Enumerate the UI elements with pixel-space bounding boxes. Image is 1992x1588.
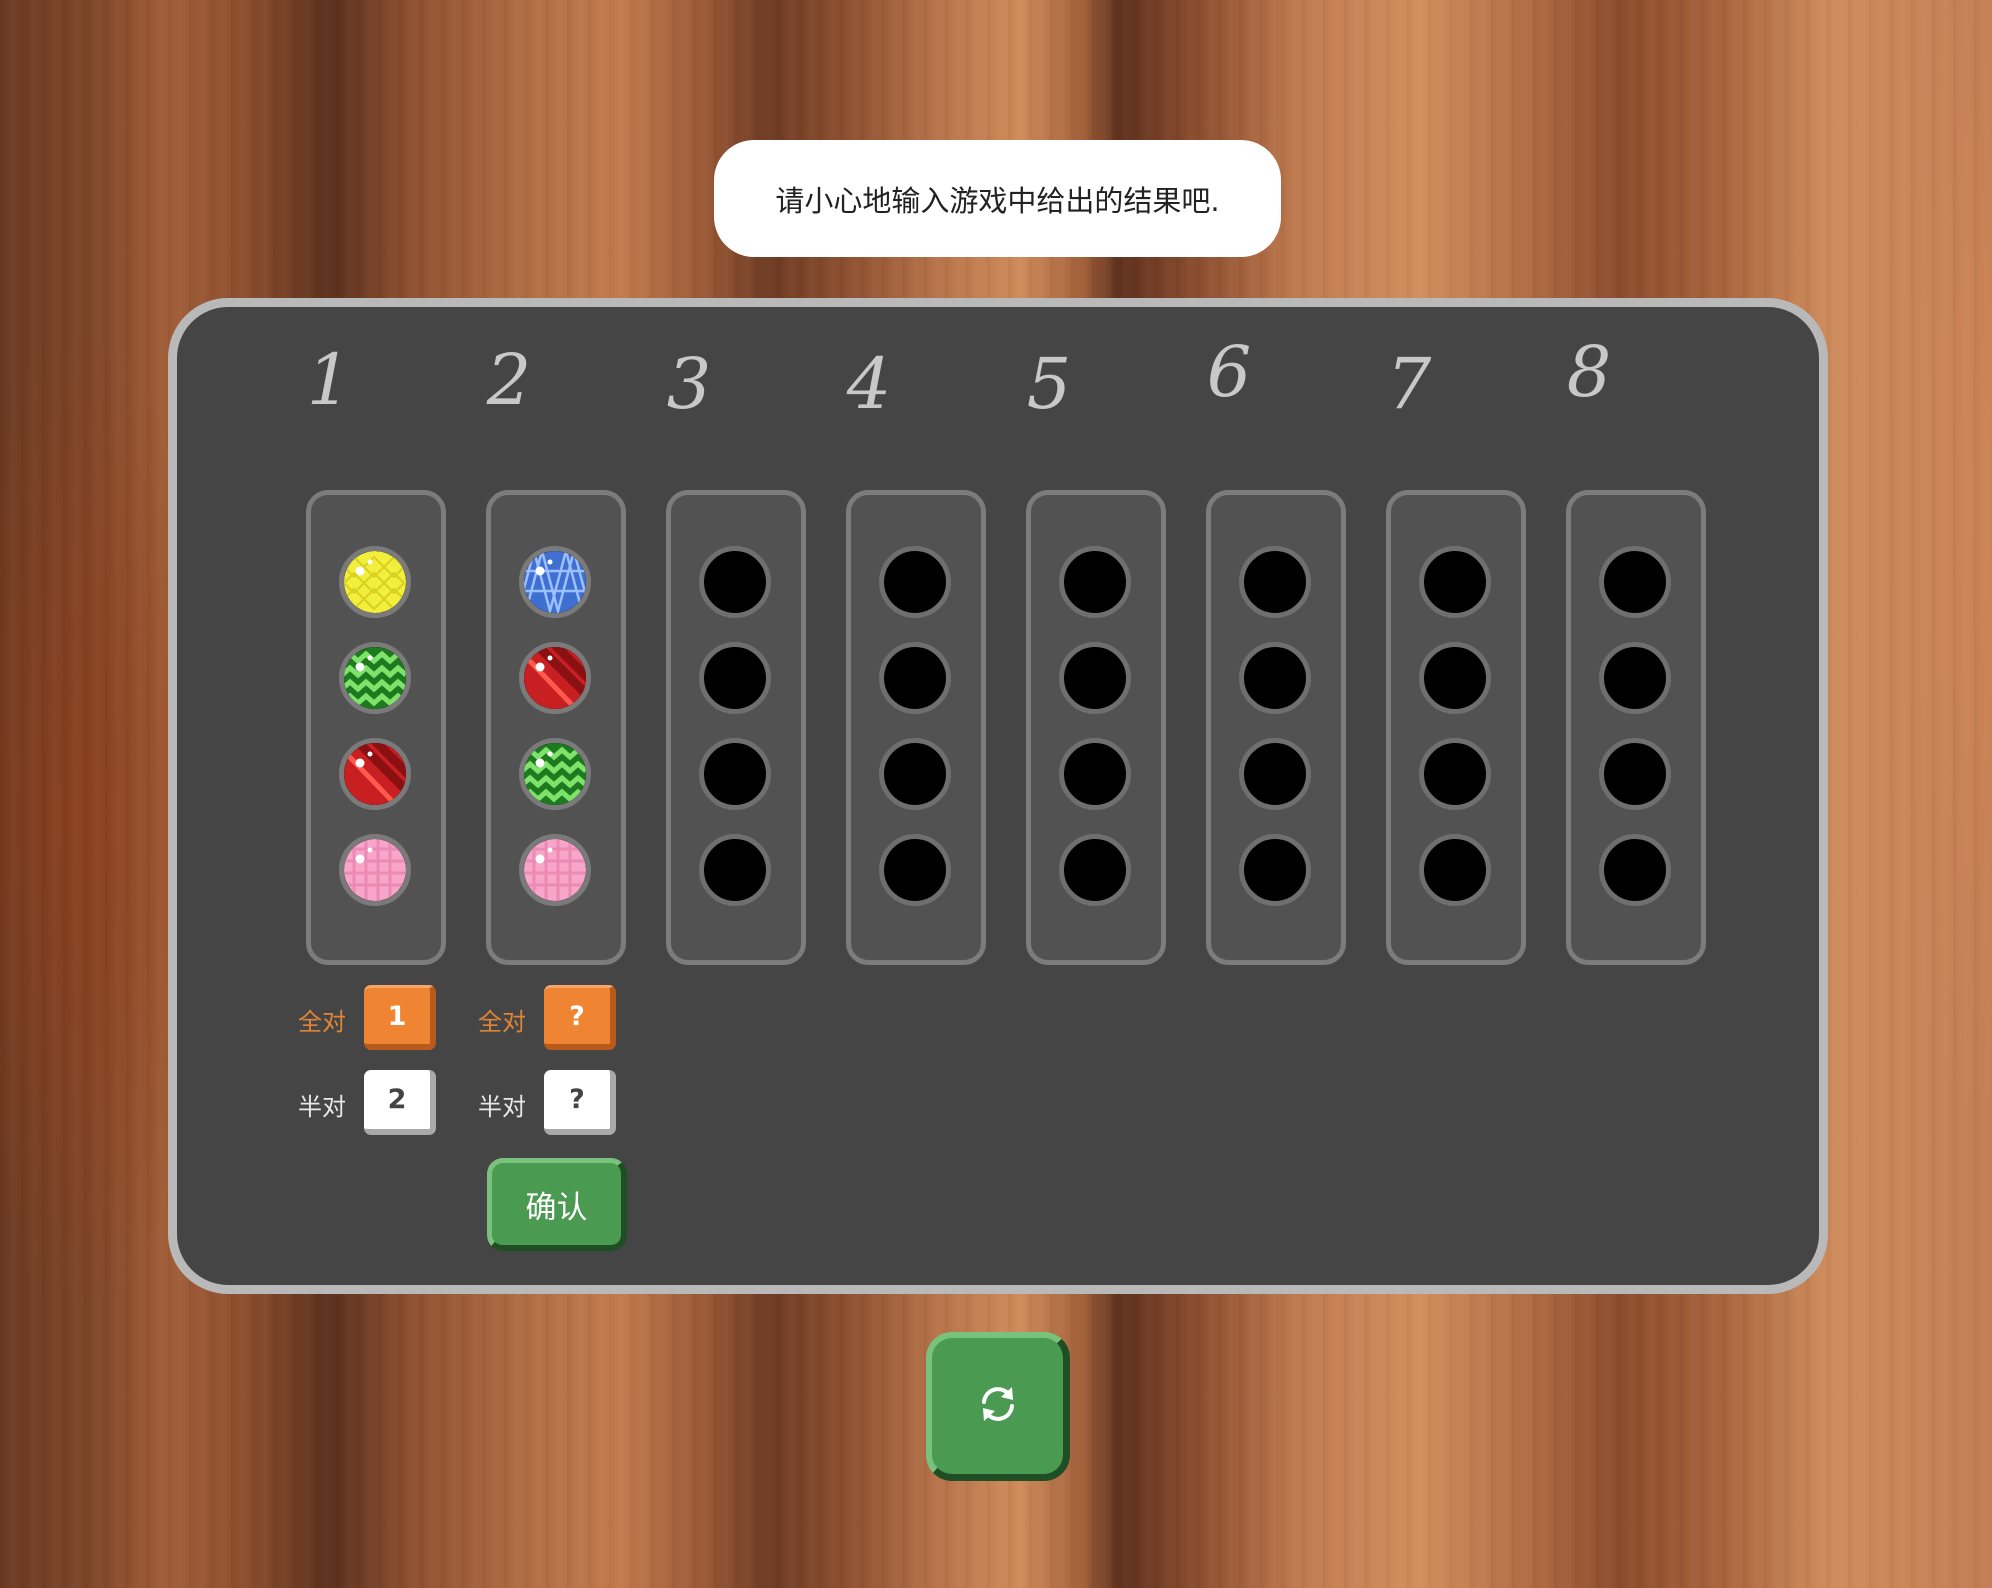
confirm-label: 确认 [525, 1189, 588, 1226]
empty-peg-slot[interactable] [699, 834, 771, 906]
empty-peg-slot[interactable] [1239, 834, 1311, 906]
empty-peg-slot[interactable] [1239, 738, 1311, 810]
exact-label: 全对 [478, 1008, 526, 1036]
peg-blue-triangle [519, 546, 591, 618]
guess-column-4 [846, 490, 986, 965]
column-number-1: 1 [306, 339, 352, 421]
column-number-8: 8 [1566, 331, 1612, 413]
column-number-3: 3 [666, 343, 712, 425]
empty-peg-slot[interactable] [699, 546, 771, 618]
guess-column-3 [666, 490, 806, 965]
guess-column-6 [1206, 490, 1346, 965]
refresh-icon [976, 1382, 1020, 1430]
empty-peg-slot[interactable] [1419, 546, 1491, 618]
empty-peg-slot[interactable] [879, 834, 951, 906]
empty-peg-slot[interactable] [1059, 834, 1131, 906]
guess-column-2 [486, 490, 626, 965]
column-number-6: 6 [1206, 331, 1252, 413]
empty-peg-slot[interactable] [1599, 834, 1671, 906]
empty-peg-slot[interactable] [879, 738, 951, 810]
peg-green-zigzag [339, 642, 411, 714]
half-count-input[interactable]: ? [544, 1070, 616, 1135]
empty-peg-slot[interactable] [699, 738, 771, 810]
half-count: 2 [364, 1070, 436, 1135]
empty-peg-slot[interactable] [1599, 642, 1671, 714]
instruction-text: 请小心地输入游戏中给出的结果吧. [775, 183, 1220, 218]
column-number-7: 7 [1386, 343, 1432, 425]
empty-peg-slot[interactable] [1599, 738, 1671, 810]
empty-peg-slot[interactable] [879, 642, 951, 714]
exact-count-input[interactable]: ? [544, 985, 616, 1050]
empty-peg-slot[interactable] [1419, 738, 1491, 810]
empty-peg-slot[interactable] [1059, 546, 1131, 618]
empty-peg-slot[interactable] [879, 546, 951, 618]
guess-column-1 [306, 490, 446, 965]
column-number-5: 5 [1026, 343, 1072, 425]
peg-pink-check [519, 834, 591, 906]
empty-peg-slot[interactable] [1239, 642, 1311, 714]
confirm-button[interactable]: 确认 [487, 1158, 627, 1251]
half-label: 半对 [478, 1093, 526, 1121]
empty-peg-slot[interactable] [1059, 642, 1131, 714]
peg-green-zigzag [519, 738, 591, 810]
empty-peg-slot[interactable] [1419, 834, 1491, 906]
peg-pink-check [339, 834, 411, 906]
empty-peg-slot[interactable] [1059, 738, 1131, 810]
empty-peg-slot[interactable] [1239, 546, 1311, 618]
refresh-button[interactable] [926, 1332, 1070, 1481]
guess-column-5 [1026, 490, 1166, 965]
peg-red-stripe [339, 738, 411, 810]
empty-peg-slot[interactable] [1599, 546, 1671, 618]
peg-red-stripe [519, 642, 591, 714]
column-number-2: 2 [486, 339, 532, 421]
column-number-4: 4 [846, 343, 892, 425]
empty-peg-slot[interactable] [1419, 642, 1491, 714]
guess-column-7 [1386, 490, 1526, 965]
half-label: 半对 [298, 1093, 346, 1121]
guess-column-8 [1566, 490, 1706, 965]
game-board: 1 2 3 4 5 6 7 8 全对 1 半对 2 全对 ? 半对 ? 确认 [168, 298, 1828, 1294]
instruction-message: 请小心地输入游戏中给出的结果吧. [714, 140, 1281, 257]
exact-label: 全对 [298, 1008, 346, 1036]
peg-yellow-diamond [339, 546, 411, 618]
exact-count: 1 [364, 985, 436, 1050]
empty-peg-slot[interactable] [699, 642, 771, 714]
